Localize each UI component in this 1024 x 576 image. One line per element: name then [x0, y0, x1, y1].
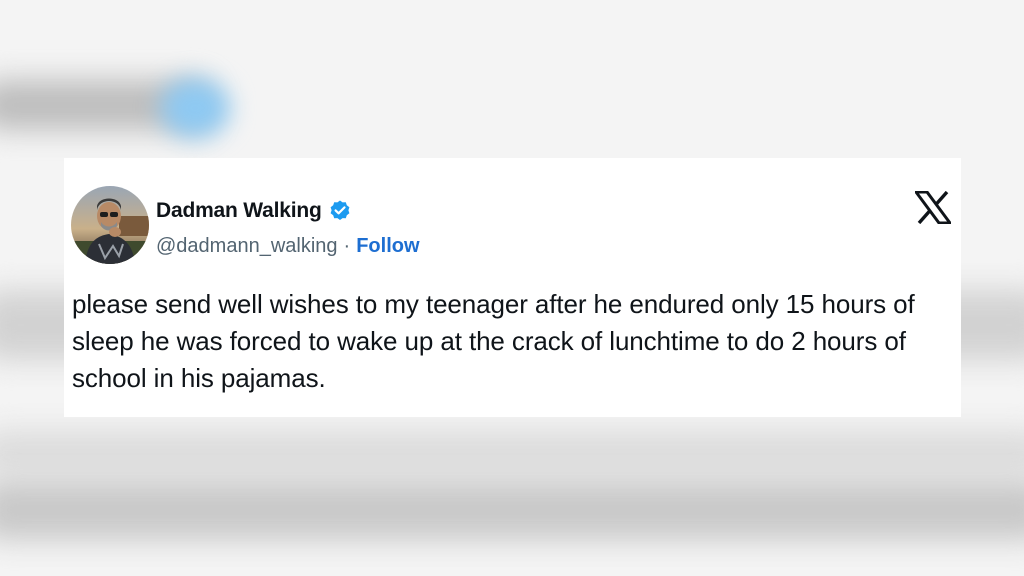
name-row: Dadman Walking: [156, 199, 352, 223]
blurred-background-lower: [0, 430, 1024, 475]
avatar[interactable]: [71, 186, 149, 264]
handle-row: @dadmann_walking · Follow: [156, 235, 420, 258]
tweet-text: please send well wishes to my teenager a…: [72, 289, 915, 393]
x-logo-icon[interactable]: [913, 190, 953, 225]
tweet-card: Dadman Walking @dadmann_walking · Follow…: [64, 158, 961, 417]
separator-dot: ·: [343, 235, 351, 257]
display-name[interactable]: Dadman Walking: [156, 199, 322, 223]
blurred-background-bottom: [0, 480, 1024, 540]
user-handle[interactable]: @dadmann_walking: [156, 235, 338, 258]
screenshot-stage: Dadman Walking @dadmann_walking · Follow…: [0, 0, 1024, 576]
blurred-background-accent: [160, 78, 230, 138]
avatar-photo: [71, 186, 149, 264]
follow-button[interactable]: Follow: [356, 235, 419, 258]
verified-badge-icon: [328, 199, 352, 223]
